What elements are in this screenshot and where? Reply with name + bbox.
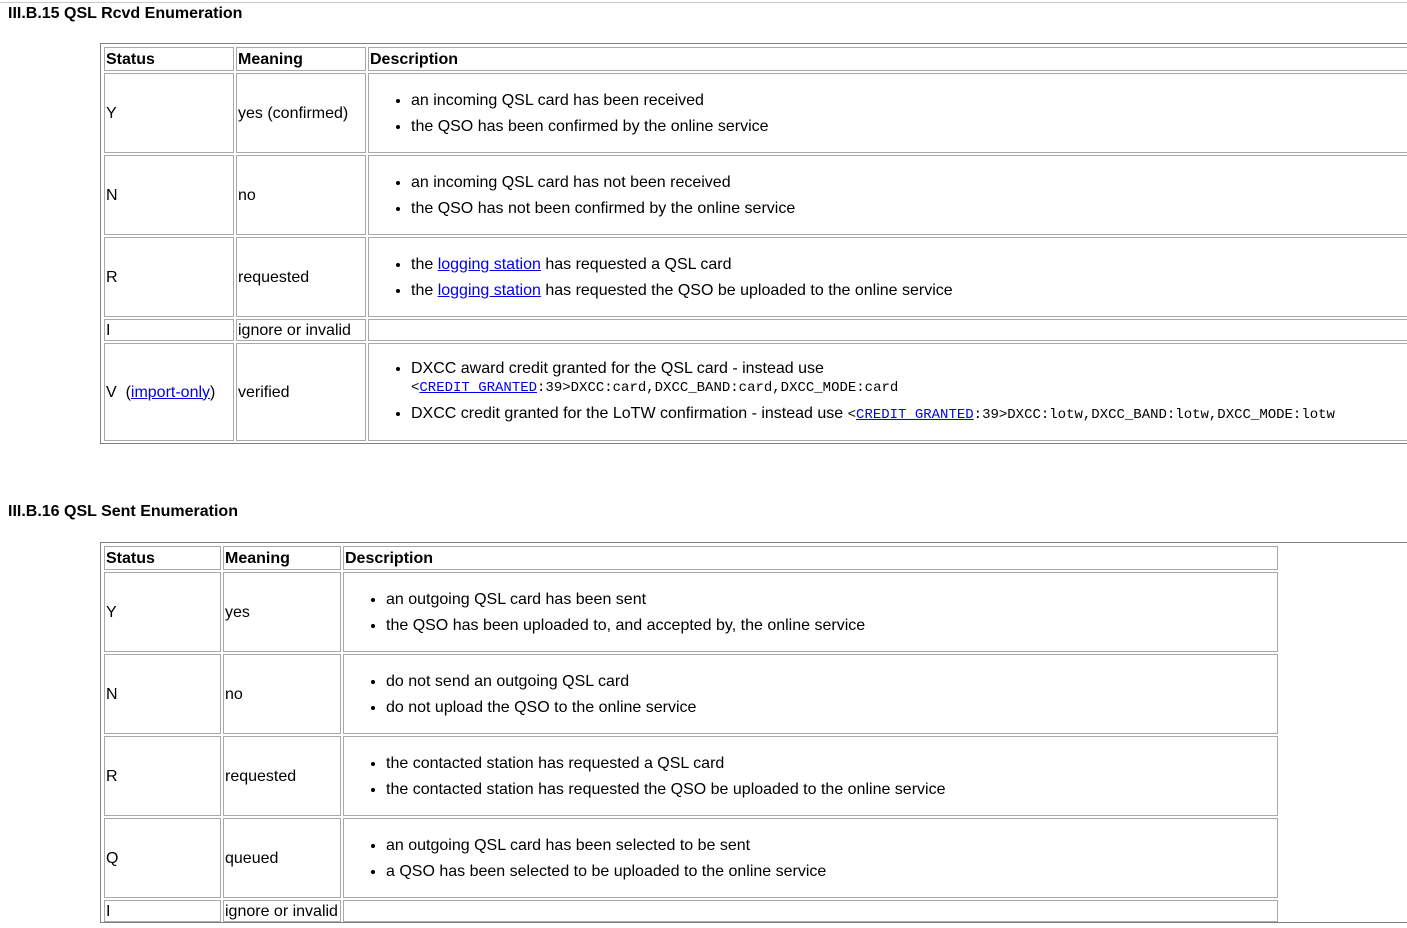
top-divider — [0, 2, 1407, 3]
status-cell: N — [104, 155, 234, 235]
code-fragment: :39>DXCC:card,DXCC_BAND:card,DXCC_MODE:c… — [537, 379, 899, 396]
table-row: R requested the contacted station has re… — [104, 736, 1278, 816]
import-only-link[interactable]: import-only — [131, 384, 210, 401]
header-description: Description — [368, 47, 1407, 71]
qsl-rcvd-table: Status Meaning Description Y yes (confir… — [102, 45, 1407, 443]
description-cell: the logging station has requested a QSL … — [368, 237, 1407, 317]
table-row: Y yes an outgoing QSL card has been sent… — [104, 572, 1278, 652]
meaning-cell: ignore or invalid — [223, 900, 341, 922]
qsl-rcvd-table-frame: Status Meaning Description Y yes (confir… — [100, 43, 1407, 444]
status-cell: R — [104, 736, 221, 816]
description-item: the contacted station has requested the … — [386, 780, 1277, 799]
description-item: an outgoing QSL card has been sent — [386, 590, 1277, 609]
description-item: DXCC award credit granted for the QSL ca… — [411, 360, 1407, 397]
description-cell: an outgoing QSL card has been selected t… — [343, 818, 1278, 898]
description-cell: an incoming QSL card has been received t… — [368, 73, 1407, 153]
description-item: an incoming QSL card has been received — [411, 91, 1407, 110]
text-fragment: has requested a QSL card — [540, 255, 732, 273]
description-item: a QSO has been selected to be uploaded t… — [386, 862, 1277, 881]
meaning-cell: no — [236, 155, 366, 235]
meaning-cell: requested — [223, 736, 341, 816]
description-cell: an incoming QSL card has not been receiv… — [368, 155, 1407, 235]
meaning-cell: ignore or invalid — [236, 319, 366, 341]
description-item: the logging station has requested a QSL … — [411, 255, 1407, 274]
logging-station-link[interactable]: logging station — [438, 256, 541, 273]
text-fragment: DXCC credit granted for the LoTW confirm… — [411, 404, 848, 422]
status-cell: N — [104, 654, 221, 734]
description-cell — [343, 900, 1278, 922]
credit-granted-link[interactable]: CREDIT_GRANTED — [856, 407, 974, 423]
table-row: N no do not send an outgoing QSL card do… — [104, 654, 1278, 734]
text-fragment: the — [411, 255, 438, 273]
status-cell: Y — [104, 572, 221, 652]
qsl-sent-table: Status Meaning Description Y yes an outg… — [102, 544, 1280, 922]
status-cell: I — [104, 900, 221, 922]
code-snippet: <CREDIT_GRANTED:39>DXCC:lotw,DXCC_BAND:l… — [848, 407, 1335, 423]
status-cell: I — [104, 319, 234, 341]
table-row: V (import-only) verified DXCC award cred… — [104, 343, 1407, 441]
table-row: Y yes (confirmed) an incoming QSL card h… — [104, 73, 1407, 153]
meaning-cell: yes (confirmed) — [236, 73, 366, 153]
status-cell: Y — [104, 73, 234, 153]
header-status: Status — [104, 546, 221, 570]
text-fragment: the — [411, 281, 438, 299]
section-title-qsl-rcvd: III.B.15 QSL Rcvd Enumeration — [8, 5, 243, 22]
description-cell: DXCC award credit granted for the QSL ca… — [368, 343, 1407, 441]
text-fragment: DXCC award credit granted for the QSL ca… — [411, 359, 824, 377]
text-fragment: has requested the QSO be uploaded to the… — [540, 281, 953, 299]
table-row: Q queued an outgoing QSL card has been s… — [104, 818, 1278, 898]
description-item: an incoming QSL card has not been receiv… — [411, 173, 1407, 192]
description-cell — [368, 319, 1407, 341]
description-item: the logging station has requested the QS… — [411, 281, 1407, 300]
qsl-sent-table-frame: Status Meaning Description Y yes an outg… — [100, 542, 1407, 923]
table-row: I ignore or invalid — [104, 319, 1407, 341]
description-item: the QSO has not been confirmed by the on… — [411, 199, 1407, 218]
header-status: Status — [104, 47, 234, 71]
description-item: the QSO has been confirmed by the online… — [411, 117, 1407, 136]
table-header-row: Status Meaning Description — [104, 47, 1407, 71]
meaning-cell: yes — [223, 572, 341, 652]
description-item: do not upload the QSO to the online serv… — [386, 698, 1277, 717]
description-cell: do not send an outgoing QSL card do not … — [343, 654, 1278, 734]
header-description: Description — [343, 546, 1278, 570]
status-text: V — [106, 383, 117, 401]
meaning-cell: no — [223, 654, 341, 734]
description-item: an outgoing QSL card has been selected t… — [386, 836, 1277, 855]
code-fragment: :39>DXCC:lotw,DXCC_BAND:lotw,DXCC_MODE:l… — [973, 406, 1335, 423]
meaning-cell: requested — [236, 237, 366, 317]
section-title-qsl-sent: III.B.16 QSL Sent Enumeration — [8, 503, 238, 520]
header-meaning: Meaning — [236, 47, 366, 71]
table-row: N no an incoming QSL card has not been r… — [104, 155, 1407, 235]
description-item: the contacted station has requested a QS… — [386, 754, 1277, 773]
code-snippet: <CREDIT_GRANTED:39>DXCC:card,DXCC_BAND:c… — [411, 380, 898, 396]
table-row: R requested the logging station has requ… — [104, 237, 1407, 317]
description-item: do not send an outgoing QSL card — [386, 672, 1277, 691]
meaning-cell: queued — [223, 818, 341, 898]
table-header-row: Status Meaning Description — [104, 546, 1278, 570]
description-item: the QSO has been uploaded to, and accept… — [386, 616, 1277, 635]
meaning-cell: verified — [236, 343, 366, 441]
description-cell: an outgoing QSL card has been sent the Q… — [343, 572, 1278, 652]
description-item: DXCC credit granted for the LoTW confirm… — [411, 404, 1407, 425]
header-meaning: Meaning — [223, 546, 341, 570]
code-fragment: < — [847, 406, 857, 423]
status-cell: R — [104, 237, 234, 317]
status-cell: V (import-only) — [104, 343, 234, 441]
credit-granted-link[interactable]: CREDIT_GRANTED — [419, 380, 537, 396]
description-cell: the contacted station has requested a QS… — [343, 736, 1278, 816]
status-cell: Q — [104, 818, 221, 898]
logging-station-link[interactable]: logging station — [438, 282, 541, 299]
table-row: I ignore or invalid — [104, 900, 1278, 922]
